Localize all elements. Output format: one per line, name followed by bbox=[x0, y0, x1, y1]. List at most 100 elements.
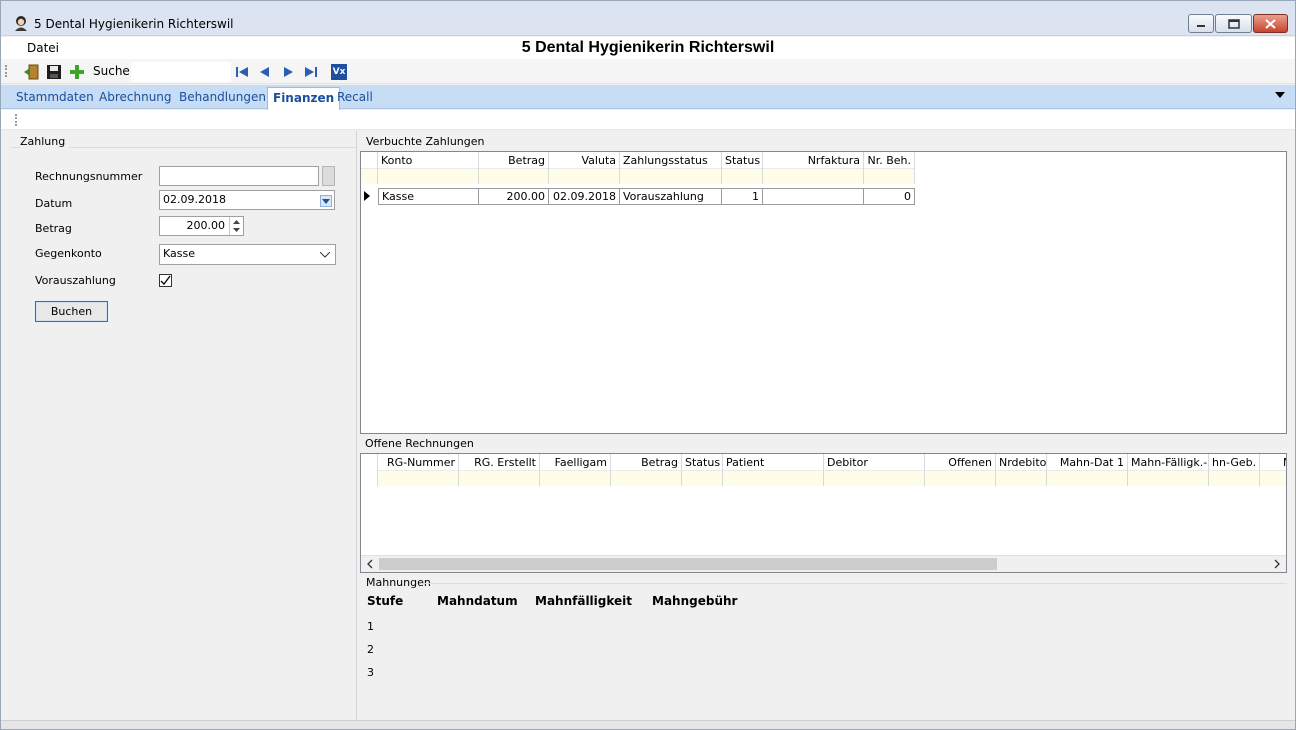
prepayment-checkbox[interactable] bbox=[159, 274, 172, 287]
tab-behandlungen[interactable]: Behandlungen bbox=[179, 90, 266, 104]
col-header-patient[interactable]: Patient bbox=[723, 454, 824, 486]
col-header-status[interactable]: Status bbox=[722, 152, 763, 184]
reminder-level-3: 3 bbox=[367, 666, 374, 679]
col-header-mahn-faelligk-1[interactable]: Mahn-Fälligk.- 1 bbox=[1128, 454, 1209, 486]
reminder-header-mahnfaelligkeit: Mahnfälligkeit bbox=[535, 594, 633, 608]
cell-nr-beh[interactable]: 0 bbox=[864, 188, 915, 205]
cell-betrag[interactable]: 200.00 bbox=[479, 188, 549, 205]
add-button[interactable] bbox=[69, 64, 85, 80]
reminder-level-1: 1 bbox=[367, 620, 374, 633]
reminders-divider bbox=[421, 583, 1287, 584]
payment-group-title: Zahlung bbox=[20, 135, 70, 148]
tab-stammdaten[interactable]: Stammdaten bbox=[16, 90, 94, 104]
invoice-lookup-button[interactable] bbox=[322, 166, 335, 186]
minimize-button[interactable] bbox=[1188, 14, 1214, 33]
col-header-nrdebitor[interactable]: Nrdebitor bbox=[996, 454, 1051, 486]
amount-value: 200.00 bbox=[186, 219, 226, 232]
tab-abrechnung[interactable]: Abrechnung bbox=[99, 90, 172, 104]
scroll-left-icon[interactable] bbox=[365, 559, 375, 569]
col-header-zahlungsstatus[interactable]: Zahlungsstatus bbox=[620, 152, 722, 184]
previous-record-button[interactable] bbox=[257, 64, 273, 80]
col-header-m[interactable]: M bbox=[1260, 454, 1286, 486]
amount-field[interactable]: 200.00 bbox=[159, 216, 244, 236]
row-header-corner bbox=[361, 152, 378, 184]
current-row-arrow-icon bbox=[364, 191, 370, 201]
tab-overflow-chevron-down-icon[interactable] bbox=[1275, 92, 1285, 98]
tab-recall[interactable]: Recall bbox=[337, 90, 373, 104]
exit-door-icon bbox=[24, 64, 39, 80]
last-record-button[interactable] bbox=[303, 64, 319, 80]
col-header-nrfaktura[interactable]: Nrfaktura bbox=[763, 152, 864, 184]
cell-zahlungsstatus[interactable]: Vorauszahlung bbox=[620, 188, 722, 205]
first-record-icon bbox=[236, 67, 248, 77]
cell-nrfaktura[interactable] bbox=[763, 188, 864, 205]
date-label: Datum bbox=[35, 197, 73, 210]
col-header-mahn-dat-1[interactable]: Mahn-Dat 1 bbox=[1047, 454, 1128, 486]
col-header-status[interactable]: Status bbox=[682, 454, 723, 486]
vx-button[interactable]: Vx bbox=[331, 64, 347, 80]
invoice-number-field[interactable] bbox=[159, 166, 319, 186]
col-header-faelligam[interactable]: Faelligam bbox=[540, 454, 611, 486]
maximize-button[interactable] bbox=[1215, 14, 1252, 33]
col-header-konto[interactable]: Konto bbox=[378, 152, 479, 184]
col-header-valuta[interactable]: Valuta bbox=[549, 152, 620, 184]
invoice-number-label: Rechnungsnummer bbox=[35, 170, 143, 183]
maximize-icon bbox=[1227, 18, 1240, 29]
open-invoices-grid[interactable]: RG-Nummer RG. Erstellt am Faelligam Betr… bbox=[360, 453, 1287, 573]
prepayment-label: Vorauszahlung bbox=[35, 274, 116, 287]
reminder-header-stufe: Stufe bbox=[367, 594, 404, 608]
first-record-button[interactable] bbox=[234, 64, 250, 80]
exit-button[interactable] bbox=[23, 64, 39, 80]
previous-record-icon bbox=[260, 67, 269, 77]
next-record-button[interactable] bbox=[280, 64, 296, 80]
save-button[interactable] bbox=[46, 64, 62, 80]
calendar-dropdown-button[interactable] bbox=[320, 195, 332, 207]
vx-label: Vx bbox=[332, 67, 346, 77]
col-header-rg-nummer[interactable]: RG-Nummer bbox=[378, 454, 459, 486]
plus-icon bbox=[70, 65, 84, 79]
tab-bar: Stammdaten Abrechnung Behandlungen Finan… bbox=[1, 85, 1295, 110]
main-window: 5 Dental Hygienikerin Richterswil Datei … bbox=[0, 0, 1296, 730]
cell-valuta[interactable]: 02.09.2018 bbox=[549, 188, 620, 205]
open-invoices-title: Offene Rechnungen bbox=[365, 437, 478, 450]
toolbar: Suche Vx bbox=[1, 59, 1295, 84]
scroll-thumb[interactable] bbox=[379, 558, 997, 570]
page-title: 5 Dental Hygienikerin Richterswil bbox=[521, 39, 775, 56]
date-value: 02.09.2018 bbox=[163, 193, 226, 206]
save-disk-icon bbox=[47, 65, 61, 79]
cell-konto[interactable]: Kasse bbox=[378, 188, 479, 205]
scroll-right-icon[interactable] bbox=[1272, 559, 1282, 569]
search-input[interactable] bbox=[131, 62, 231, 82]
title-bar[interactable]: 5 Dental Hygienikerin Richterswil bbox=[1, 1, 1295, 36]
window-title: 5 Dental Hygienikerin Richterswil bbox=[34, 17, 234, 31]
counter-account-value: Kasse bbox=[163, 247, 195, 260]
col-header-rg-erstellt[interactable]: RG. Erstellt am bbox=[459, 454, 540, 486]
col-header-mahn-geb-1[interactable]: hn-Geb. 1 bbox=[1209, 454, 1260, 486]
counter-account-select[interactable]: Kasse bbox=[159, 244, 336, 265]
dentist-avatar-icon bbox=[15, 16, 27, 31]
menu-bar: Datei 5 Dental Hygienikerin Richterswil bbox=[1, 37, 1295, 59]
cell-status[interactable]: 1 bbox=[722, 188, 763, 205]
amount-spinner[interactable] bbox=[229, 217, 243, 235]
sub-toolbar-grip[interactable] bbox=[15, 114, 17, 126]
close-button[interactable] bbox=[1253, 14, 1288, 33]
booked-payments-grid[interactable]: Konto Betrag Valuta Zahlungsstatus Statu… bbox=[360, 151, 1287, 434]
booked-payments-title: Verbuchte Zahlungen bbox=[366, 135, 489, 148]
search-label[interactable]: Suche bbox=[93, 64, 130, 78]
counter-account-label: Gegenkonto bbox=[35, 247, 102, 260]
toolbar-grip[interactable] bbox=[5, 65, 7, 77]
horizontal-scrollbar[interactable] bbox=[361, 555, 1286, 572]
amount-label: Betrag bbox=[35, 222, 72, 235]
date-picker[interactable]: 02.09.2018 bbox=[159, 190, 335, 210]
sub-toolbar bbox=[1, 110, 1295, 130]
col-header-debitor[interactable]: Debitor bbox=[824, 454, 925, 486]
status-bar bbox=[1, 720, 1295, 729]
col-header-betrag[interactable]: Betrag bbox=[479, 152, 549, 184]
col-header-nr-beh[interactable]: Nr. Beh. bbox=[864, 152, 915, 184]
book-button[interactable]: Buchen bbox=[35, 301, 108, 322]
col-header-offenen[interactable]: Offenen bbox=[925, 454, 996, 486]
tab-finanzen[interactable]: Finanzen bbox=[267, 87, 341, 110]
col-header-betrag[interactable]: Betrag bbox=[611, 454, 682, 486]
reminder-header-mahngebuehr: Mahngebühr bbox=[652, 594, 738, 608]
chevron-down-icon bbox=[322, 198, 330, 204]
